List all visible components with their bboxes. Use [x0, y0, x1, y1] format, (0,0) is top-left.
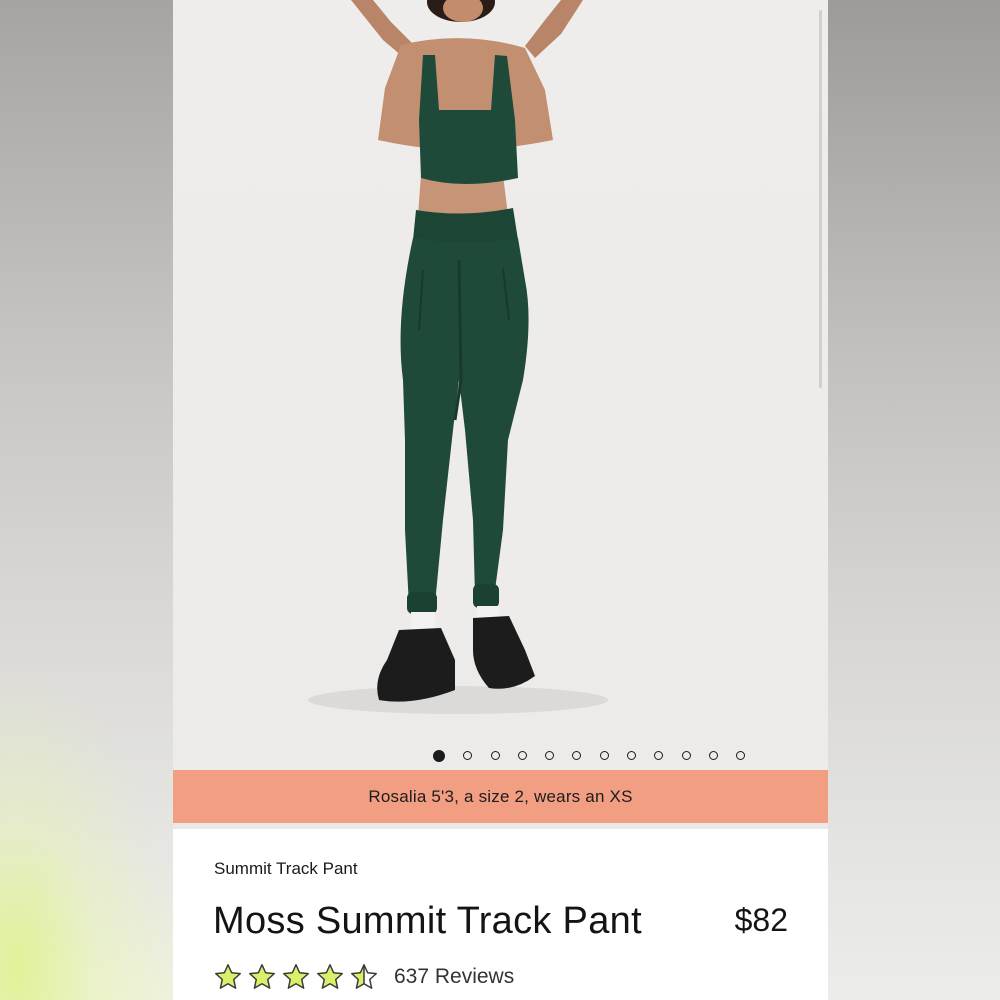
rating-stars[interactable] — [213, 962, 379, 992]
background-left — [0, 0, 173, 1000]
carousel-dots — [433, 749, 746, 762]
carousel-dot-icon[interactable] — [490, 751, 500, 760]
divider — [173, 823, 828, 829]
rating-row[interactable]: 637 Reviews — [213, 962, 514, 992]
scroll-indicator[interactable] — [819, 10, 822, 388]
carousel-dot-icon[interactable] — [627, 751, 637, 760]
star-icon — [215, 964, 241, 989]
product-page: Rosalia 5'3, a size 2, wears an XS Summi… — [173, 0, 828, 1000]
carousel-dot-icon[interactable] — [517, 751, 527, 760]
carousel-dot-icon[interactable] — [433, 749, 445, 762]
carousel-dot-icon[interactable] — [708, 751, 718, 760]
carousel-dot-icon[interactable] — [463, 751, 473, 760]
carousel-dot-icon[interactable] — [681, 751, 691, 760]
product-subtitle: Summit Track Pant — [214, 859, 358, 878]
background-accent — [0, 670, 173, 1000]
product-image[interactable] — [173, 0, 828, 770]
star-icon — [283, 964, 309, 989]
model-info-text: Rosalia 5'3, a size 2, wears an XS — [368, 786, 633, 806]
carousel-dot-icon[interactable] — [654, 751, 664, 760]
model-photo — [308, 0, 608, 714]
star-icon — [249, 964, 275, 989]
background-right — [828, 0, 1000, 1000]
product-price: $82 — [734, 902, 788, 938]
half-star-icon — [351, 964, 377, 989]
carousel-dot-icon[interactable] — [572, 751, 582, 760]
product-title: Moss Summit Track Pant — [213, 900, 642, 942]
reviews-link[interactable]: 637 Reviews — [394, 965, 514, 989]
carousel-dot-icon[interactable] — [545, 751, 555, 760]
model-info-banner: Rosalia 5'3, a size 2, wears an XS — [173, 770, 828, 823]
carousel-dot-icon[interactable] — [736, 751, 746, 760]
carousel-dot-icon[interactable] — [599, 751, 609, 760]
star-icon — [317, 964, 343, 989]
